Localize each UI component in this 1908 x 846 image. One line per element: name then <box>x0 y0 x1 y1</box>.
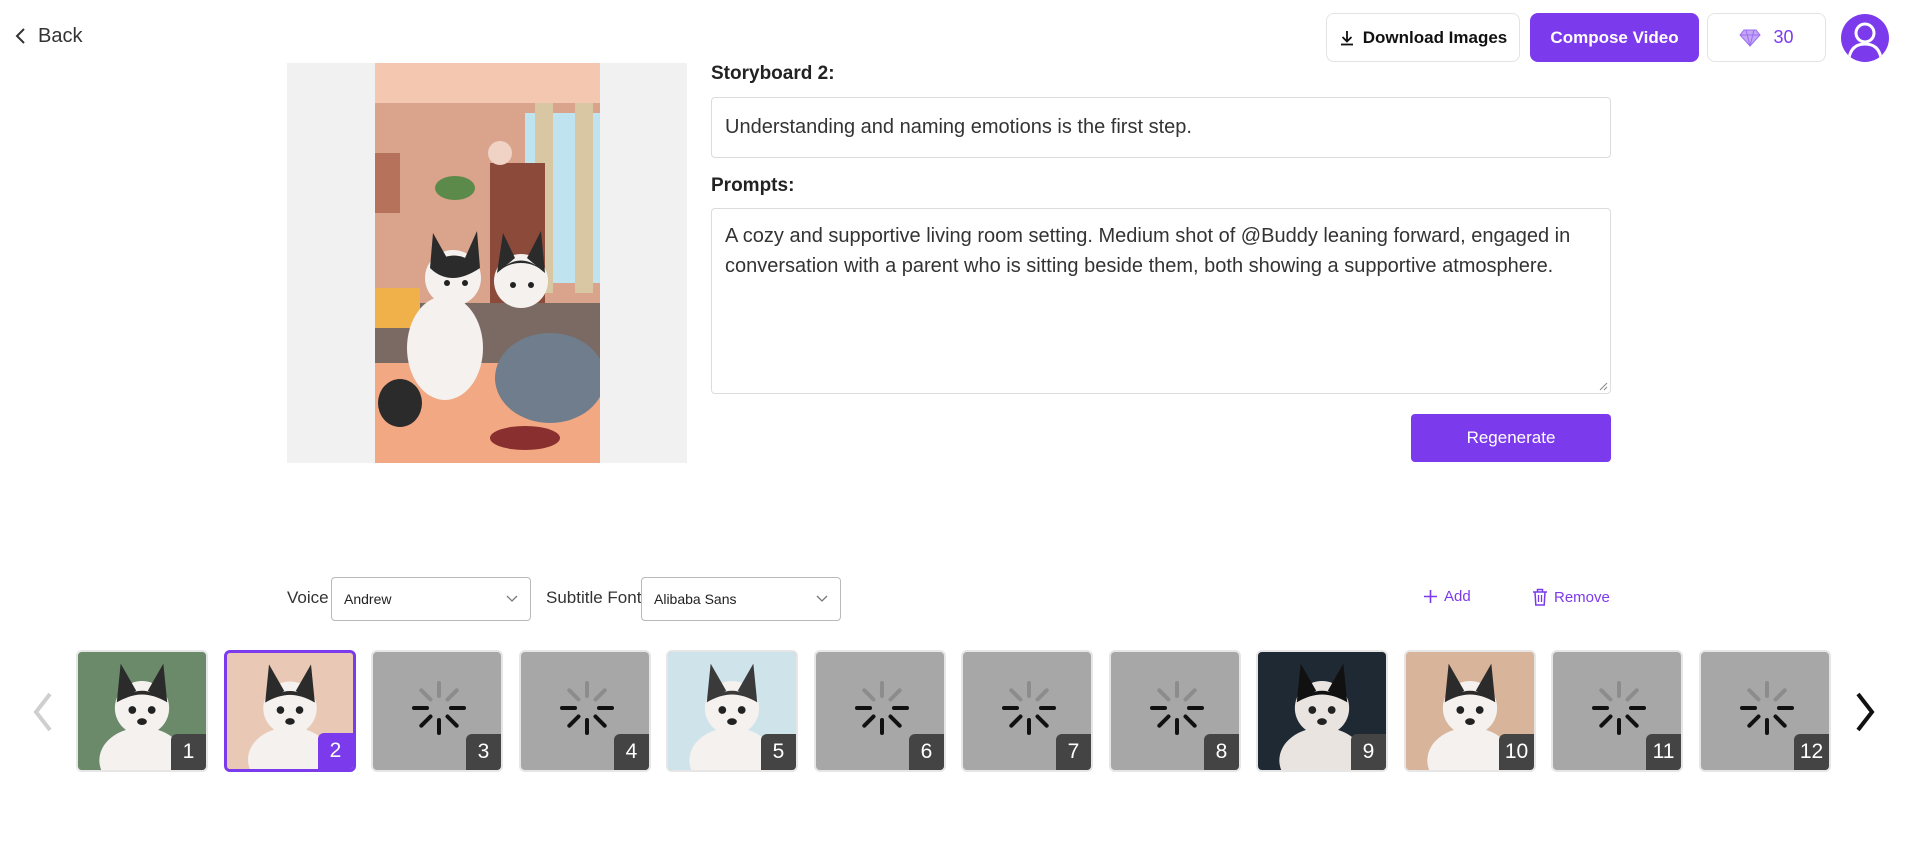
next-arrow-icon[interactable] <box>1852 690 1878 734</box>
add-scene-button[interactable]: Add <box>1423 588 1471 605</box>
prompt-text: A cozy and supportive living room settin… <box>725 225 1571 277</box>
loading-spinner-icon <box>1740 681 1794 735</box>
storyboard-thumbnail[interactable]: 9 <box>1256 650 1388 772</box>
prompt-textarea[interactable]: A cozy and supportive living room settin… <box>711 208 1611 394</box>
credits-count: 30 <box>1773 27 1794 47</box>
credits-badge[interactable]: 30 <box>1707 13 1826 62</box>
regenerate-button[interactable]: Regenerate <box>1411 414 1611 462</box>
compose-video-button[interactable]: Compose Video <box>1530 13 1699 62</box>
storyboard-preview-image <box>375 63 600 463</box>
storyboard-thumbnail[interactable]: 6 <box>814 650 946 772</box>
storyboard-thumbnail[interactable]: 4 <box>519 650 651 772</box>
download-images-button[interactable]: Download Images <box>1326 13 1520 62</box>
thumbnail-number: 5 <box>761 734 796 770</box>
subtitle-font-label: Subtitle Font <box>546 588 642 607</box>
thumbnail-number: 11 <box>1646 734 1681 770</box>
loading-spinner-icon <box>1592 681 1646 735</box>
chevron-down-icon <box>816 595 828 602</box>
download-images-label: Download Images <box>1362 27 1508 47</box>
thumbnail-number: 6 <box>909 734 944 770</box>
subtitle-font-value: Alibaba Sans <box>654 591 737 607</box>
storyboard-thumbnail[interactable]: 10 <box>1404 650 1536 772</box>
remove-scene-button[interactable]: Remove <box>1532 588 1610 606</box>
thumbnail-number: 10 <box>1499 734 1534 770</box>
storyboard-thumbnail[interactable]: 12 <box>1699 650 1831 772</box>
loading-spinner-icon <box>412 681 466 735</box>
loading-spinner-icon <box>560 681 614 735</box>
user-avatar[interactable] <box>1841 14 1889 62</box>
remove-label: Remove <box>1554 588 1610 606</box>
prompts-label: Prompts: <box>711 175 795 196</box>
chevron-left-icon <box>15 28 25 44</box>
user-icon <box>1847 22 1883 59</box>
loading-spinner-icon <box>1150 681 1204 735</box>
storyboard-thumbnail[interactable]: 11 <box>1551 650 1683 772</box>
thumbnail-number: 9 <box>1351 734 1386 770</box>
storyboard-caption-input[interactable]: Understanding and naming emotions is the… <box>711 97 1611 158</box>
subtitle-font-select[interactable]: Alibaba Sans <box>641 577 841 621</box>
trash-icon <box>1533 588 1547 606</box>
resize-grip-icon[interactable] <box>1598 381 1608 391</box>
chevron-down-icon <box>506 595 518 602</box>
storyboard-thumbnail[interactable]: 2 <box>224 650 356 772</box>
storyboard-thumbnail[interactable]: 3 <box>371 650 503 772</box>
loading-spinner-icon <box>1002 681 1056 735</box>
thumbnail-number: 7 <box>1056 734 1091 770</box>
storyboard-thumbnail[interactable]: 1 <box>76 650 208 772</box>
compose-video-label: Compose Video <box>1550 27 1679 47</box>
storyboard-thumbnail[interactable]: 5 <box>666 650 798 772</box>
download-icon <box>1340 30 1353 45</box>
regenerate-label: Regenerate <box>1466 428 1556 447</box>
thumbnail-number: 1 <box>171 734 206 770</box>
voice-label: Voice <box>287 588 329 607</box>
add-label: Add <box>1444 588 1471 605</box>
back-label: Back <box>38 24 83 47</box>
thumbnail-number: 2 <box>318 733 353 769</box>
diamond-icon <box>1739 29 1762 47</box>
loading-spinner-icon <box>855 681 909 735</box>
back-button[interactable]: Back <box>14 22 82 50</box>
previous-arrow-icon[interactable] <box>30 690 56 734</box>
voice-select[interactable]: Andrew <box>331 577 531 621</box>
plus-icon <box>1424 590 1437 603</box>
thumbnail-number: 3 <box>466 734 501 770</box>
storyboard-thumbnail[interactable]: 7 <box>961 650 1093 772</box>
storyboard-title: Storyboard 2: <box>711 63 835 84</box>
storyboard-thumbnail[interactable]: 8 <box>1109 650 1241 772</box>
thumbnail-number: 8 <box>1204 734 1239 770</box>
voice-value: Andrew <box>344 591 392 607</box>
thumbnail-number: 4 <box>614 734 649 770</box>
thumbnail-number: 12 <box>1794 734 1829 770</box>
